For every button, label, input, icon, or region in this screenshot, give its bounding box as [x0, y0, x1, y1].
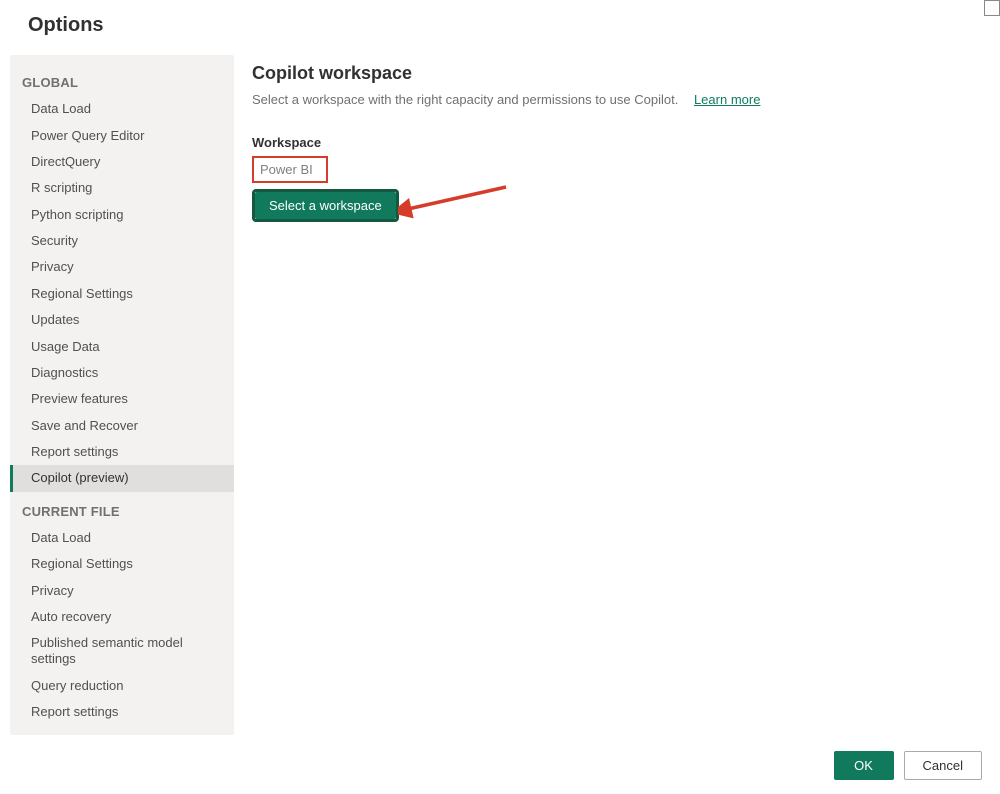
- workspace-input[interactable]: [254, 158, 326, 181]
- sidebar-item-cf-published-semantic-model[interactable]: Published semantic model settings: [10, 630, 234, 672]
- sidebar-item-data-load[interactable]: Data Load: [10, 96, 234, 122]
- sidebar-item-privacy[interactable]: Privacy: [10, 254, 234, 280]
- sidebar-item-cf-query-reduction[interactable]: Query reduction: [10, 673, 234, 699]
- sidebar-item-r-scripting[interactable]: R scripting: [10, 175, 234, 201]
- select-workspace-highlight: Select a workspace: [252, 189, 399, 222]
- workspace-label: Workspace: [252, 135, 982, 150]
- sidebar-item-report-settings[interactable]: Report settings: [10, 439, 234, 465]
- sidebar-item-python-scripting[interactable]: Python scripting: [10, 202, 234, 228]
- sidebar-item-cf-report-settings[interactable]: Report settings: [10, 699, 234, 725]
- cancel-button[interactable]: Cancel: [904, 751, 982, 780]
- select-workspace-button[interactable]: Select a workspace: [255, 192, 396, 219]
- sidebar: GLOBAL Data Load Power Query Editor Dire…: [10, 55, 234, 735]
- sidebar-section-global: GLOBAL: [10, 63, 234, 96]
- sidebar-item-regional-settings[interactable]: Regional Settings: [10, 281, 234, 307]
- sidebar-item-save-and-recover[interactable]: Save and Recover: [10, 413, 234, 439]
- workspace-input-highlight: [252, 156, 328, 183]
- content-description: Select a workspace with the right capaci…: [252, 92, 982, 107]
- sidebar-item-copilot-preview[interactable]: Copilot (preview): [10, 465, 234, 491]
- sidebar-item-cf-regional-settings[interactable]: Regional Settings: [10, 551, 234, 577]
- sidebar-item-cf-data-load[interactable]: Data Load: [10, 525, 234, 551]
- sidebar-item-preview-features[interactable]: Preview features: [10, 386, 234, 412]
- sidebar-section-current-file: CURRENT FILE: [10, 492, 234, 525]
- sidebar-item-diagnostics[interactable]: Diagnostics: [10, 360, 234, 386]
- maximize-icon[interactable]: [984, 0, 1000, 16]
- sidebar-item-power-query-editor[interactable]: Power Query Editor: [10, 122, 234, 148]
- sidebar-item-security[interactable]: Security: [10, 228, 234, 254]
- dialog-body: GLOBAL Data Load Power Query Editor Dire…: [0, 55, 1000, 735]
- content-title: Copilot workspace: [252, 63, 982, 84]
- sidebar-item-cf-privacy[interactable]: Privacy: [10, 577, 234, 603]
- sidebar-item-updates[interactable]: Updates: [10, 307, 234, 333]
- learn-more-link[interactable]: Learn more: [694, 92, 760, 107]
- ok-button[interactable]: OK: [834, 751, 894, 780]
- window-controls: [984, 0, 1000, 16]
- content-pane: Copilot workspace Select a workspace wit…: [252, 55, 990, 735]
- sidebar-item-cf-auto-recovery[interactable]: Auto recovery: [10, 604, 234, 630]
- sidebar-item-usage-data[interactable]: Usage Data: [10, 333, 234, 359]
- dialog-footer: OK Cancel: [834, 751, 982, 780]
- dialog-title: Options: [0, 0, 1000, 55]
- sidebar-item-directquery[interactable]: DirectQuery: [10, 149, 234, 175]
